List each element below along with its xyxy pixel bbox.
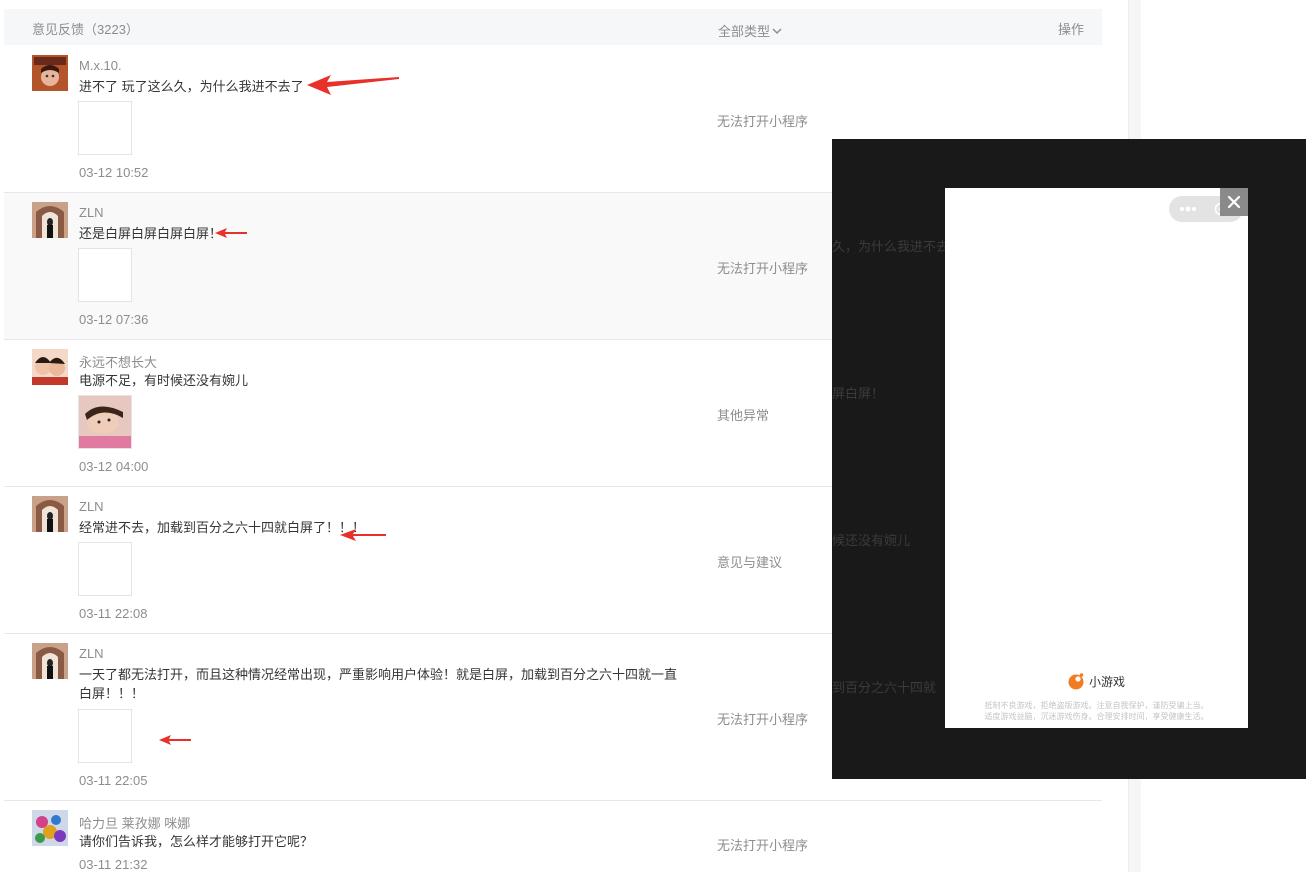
feedback-date: 03-11 21:32: [79, 857, 148, 872]
feedback-text: 一天了都无法打开，而且这种情况经常出现，严重影响用户体验！就是白屏，加载到百分之…: [79, 667, 678, 701]
type-filter-label: 全部类型: [718, 24, 771, 39]
ghost-text: 久，为什么我进不去: [832, 239, 950, 254]
user-name: ZLN: [79, 205, 104, 220]
feedback-date: 03-11 22:05: [79, 773, 148, 788]
feedback-text: 还是白屏白屏白屏白屏！: [79, 226, 223, 241]
feedback-date: 03-12 04:00: [79, 459, 149, 474]
attachment-thumbnail[interactable]: [78, 709, 132, 763]
annotation-arrow: [159, 735, 191, 745]
feedback-count-title: 意见反馈（3223）: [32, 22, 139, 37]
avatar[interactable]: [32, 496, 68, 532]
avatar[interactable]: [32, 202, 68, 238]
table-header: 意见反馈（3223） 全部类型 操作: [4, 9, 1102, 45]
feedback-row: 哈力旦 莱孜娜 咪娜 请你们告诉我，怎么样才能够打开它呢？ 03-11 21:3…: [4, 801, 1102, 872]
health-game-notice: 抵制不良游戏，拒绝盗版游戏。注意自我保护，谨防受骗上当。 适度游戏益脑，沉迷游戏…: [945, 700, 1248, 722]
feedback-type: 无法打开小程序: [717, 712, 809, 727]
annotation-arrow: [340, 529, 386, 541]
attachment-thumbnail[interactable]: [78, 395, 132, 449]
feedback-date: 03-11 22:08: [79, 606, 148, 621]
operation-column-header: 操作: [1057, 22, 1084, 37]
avatar[interactable]: [32, 55, 68, 91]
close-preview-button[interactable]: [1220, 188, 1248, 216]
feedback-text: 请你们告诉我，怎么样才能够打开它呢？: [79, 834, 314, 849]
attachment-thumbnail[interactable]: [78, 101, 132, 155]
close-icon: [1227, 195, 1241, 209]
avatar[interactable]: [32, 349, 68, 385]
user-name: 哈力旦 莱孜娜 咪娜: [79, 816, 191, 831]
annotation-arrow: [307, 75, 399, 95]
more-dots-icon: [1180, 206, 1196, 212]
mini-game-brand-label: 小游戏: [1089, 674, 1126, 689]
ghost-text: 候还没有婉儿: [832, 533, 911, 548]
feedback-date: 03-12 10:52: [79, 165, 149, 180]
attachment-thumbnail[interactable]: [78, 542, 132, 596]
mini-game-logo-icon: [1068, 673, 1084, 690]
avatar[interactable]: [32, 643, 68, 679]
attachment-thumbnail[interactable]: [78, 248, 132, 302]
user-name: ZLN: [79, 499, 104, 514]
type-filter-dropdown[interactable]: 全部类型: [718, 21, 782, 40]
mini-game-preview: 小游戏 抵制不良游戏，拒绝盗版游戏。注意自我保护，谨防受骗上当。 适度游戏益脑，…: [945, 188, 1248, 728]
preview-overlay: 久，为什么我进不去 屏白屏！ 候还没有婉儿 到百分之六十四就 小游戏 抵制不良游…: [832, 139, 1306, 779]
avatar[interactable]: [32, 810, 68, 846]
feedback-text: 电源不足，有时候还没有婉儿: [79, 373, 249, 388]
mini-game-brand: 小游戏: [1067, 672, 1125, 690]
user-name: 永远不想长大: [79, 355, 158, 370]
chevron-down-icon: [772, 27, 782, 34]
user-name: ZLN: [79, 646, 104, 661]
notice-line: 抵制不良游戏，拒绝盗版游戏。注意自我保护，谨防受骗上当。: [984, 701, 1209, 710]
ghost-text: 屏白屏！: [832, 386, 885, 401]
user-name: M.x.10.: [79, 58, 122, 73]
feedback-type: 无法打开小程序: [717, 114, 809, 129]
ghost-text: 到百分之六十四就: [832, 680, 937, 695]
feedback-type: 无法打开小程序: [717, 838, 809, 853]
feedback-type: 其他异常: [717, 408, 770, 423]
feedback-type: 无法打开小程序: [717, 261, 809, 276]
feedback-type: 意见与建议: [717, 555, 783, 570]
notice-line: 适度游戏益脑，沉迷游戏伤身。合理安排时间，享受健康生活。: [984, 712, 1209, 721]
feedback-date: 03-12 07:36: [79, 312, 149, 327]
annotation-arrow: [215, 228, 247, 238]
